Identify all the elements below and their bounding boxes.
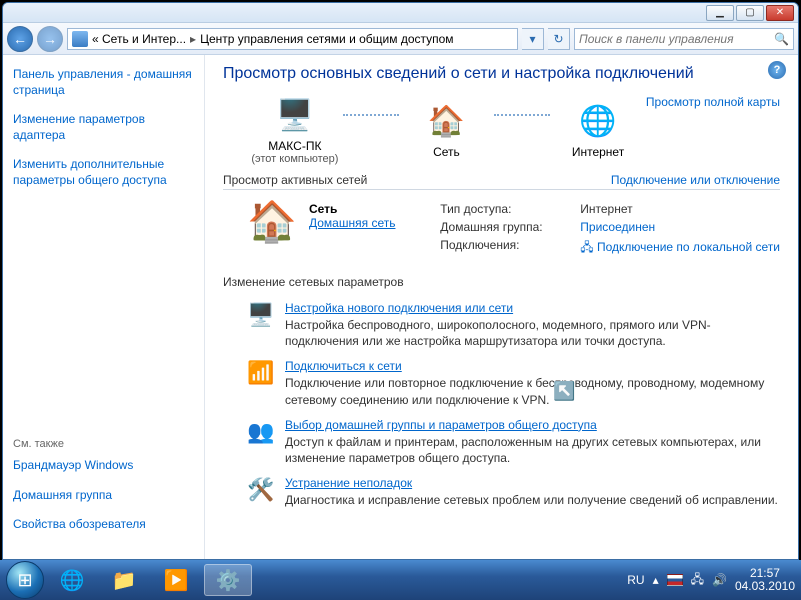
- sidebar-adapter-link[interactable]: Изменение параметров адаптера: [13, 112, 194, 143]
- full-map-link[interactable]: Просмотр полной карты: [646, 95, 780, 109]
- taskbar: ⊞ 🌐 📁 ▶️ ⚙️ RU ▴ 🖧 🔊 21:57 04.03.2010: [0, 560, 801, 600]
- active-networks-header: Просмотр активных сетей Подключение или …: [223, 173, 780, 190]
- back-button[interactable]: ←: [7, 26, 33, 52]
- node-pc-sublabel: (этот компьютер): [247, 153, 343, 165]
- taskbar-ie-icon[interactable]: 🌐: [48, 564, 96, 596]
- sidebar-home-link[interactable]: Панель управления - домашняя страница: [13, 67, 194, 98]
- connect-disconnect-link[interactable]: Подключение или отключение: [611, 173, 780, 187]
- address-bar[interactable]: « Сеть и Интер... ▸ Центр управления сет…: [67, 28, 518, 50]
- node-internet: 🌐 Интернет: [550, 101, 646, 159]
- sidebar-homegroup-link[interactable]: Домашняя группа: [13, 488, 194, 504]
- network-properties: Тип доступа: Интернет Домашняя группа: П…: [440, 202, 780, 259]
- node-pc-label: МАКС-ПК: [247, 139, 343, 153]
- breadcrumb-1[interactable]: « Сеть и Интер...: [92, 32, 186, 46]
- task-connect-link[interactable]: Подключиться к сети: [285, 359, 402, 373]
- new-connection-icon: 🖥️: [247, 301, 275, 329]
- see-also-label: См. также: [13, 438, 194, 450]
- globe-icon: 🌐: [578, 101, 618, 141]
- troubleshoot-icon: 🛠️: [247, 476, 275, 504]
- sidebar-sharing-link[interactable]: Изменить дополнительные параметры общего…: [13, 157, 194, 188]
- start-button[interactable]: ⊞: [6, 561, 44, 599]
- sidebar-firewall-link[interactable]: Брандмауэр Windows: [13, 458, 194, 474]
- network-name: Сеть: [309, 202, 395, 216]
- network-type-link[interactable]: Домашняя сеть: [309, 216, 395, 230]
- volume-icon[interactable]: 🔊: [712, 573, 727, 587]
- node-internet-label: Интернет: [550, 145, 646, 159]
- navbar: ← → « Сеть и Интер... ▸ Центр управления…: [3, 23, 798, 55]
- chevron-right-icon[interactable]: ▸: [190, 32, 196, 46]
- dropdown-button[interactable]: ▾: [522, 28, 544, 50]
- clock[interactable]: 21:57 04.03.2010: [735, 567, 795, 593]
- network-tray-icon[interactable]: 🖧: [691, 570, 704, 591]
- connection-link[interactable]: Подключение по локальной сети: [597, 240, 780, 254]
- network-info: Сеть Домашняя сеть: [309, 202, 395, 259]
- map-line: [343, 114, 399, 116]
- task-new-connection-desc: Настройка беспроводного, широкополосного…: [285, 317, 780, 349]
- page-title: Просмотр основных сведений о сети и наст…: [223, 65, 780, 83]
- taskbar-explorer-icon[interactable]: 📁: [100, 564, 148, 596]
- computer-icon: 🖥️: [275, 95, 315, 135]
- task-homegroup: 👥 Выбор домашней группы и параметров общ…: [247, 418, 780, 466]
- task-troubleshoot-desc: Диагностика и исправление сетевых пробле…: [285, 492, 778, 508]
- node-pc: 🖥️ МАКС-ПК (этот компьютер): [247, 95, 343, 165]
- flag-icon[interactable]: [667, 574, 683, 586]
- homegroup-icon: 👥: [247, 418, 275, 446]
- connections-label: Подключения:: [440, 238, 580, 259]
- task-new-connection: 🖥️ Настройка нового подключения или сети…: [247, 301, 780, 349]
- homegroup-link[interactable]: Присоединен: [580, 220, 655, 234]
- homegroup-label: Домашняя группа:: [440, 220, 580, 234]
- active-network-row: 🏠 Сеть Домашняя сеть Тип доступа: Интерн…: [223, 196, 780, 265]
- control-panel-icon: [72, 31, 88, 47]
- sidebar: Панель управления - домашняя страница Из…: [3, 55, 205, 559]
- help-icon[interactable]: ?: [768, 61, 786, 79]
- lan-icon: 🖧: [580, 240, 593, 254]
- task-troubleshoot-link[interactable]: Устранение неполадок: [285, 476, 412, 490]
- node-network-label: Сеть: [399, 145, 495, 159]
- search-icon[interactable]: 🔍: [774, 32, 789, 46]
- sidebar-inetopts-link[interactable]: Свойства обозревателя: [13, 517, 194, 533]
- connect-icon: 📶: [247, 359, 275, 387]
- taskbar-media-icon[interactable]: ▶️: [152, 564, 200, 596]
- node-network: 🏠 Сеть: [399, 101, 495, 159]
- change-settings-section: Изменение сетевых параметров 🖥️ Настройк…: [223, 275, 780, 508]
- close-button[interactable]: ✕: [766, 5, 794, 21]
- task-connect-desc: Подключение или повторное подключение к …: [285, 375, 780, 407]
- task-troubleshoot: 🛠️ Устранение неполадок Диагностика и ис…: [247, 476, 780, 508]
- window: ▁ ▢ ✕ ← → « Сеть и Интер... ▸ Центр упра…: [2, 2, 799, 560]
- titlebar: ▁ ▢ ✕: [3, 3, 798, 23]
- network-map: 🖥️ МАКС-ПК (этот компьютер) 🏠 Сеть 🌐 Инт…: [247, 95, 646, 165]
- access-type-label: Тип доступа:: [440, 202, 580, 216]
- house-icon: 🏠: [247, 202, 295, 250]
- content: Панель управления - домашняя страница Из…: [3, 55, 798, 559]
- tray-chevron-icon[interactable]: ▴: [653, 573, 659, 587]
- task-new-connection-link[interactable]: Настройка нового подключения или сети: [285, 301, 513, 315]
- house-icon: 🏠: [426, 101, 466, 141]
- change-settings-label: Изменение сетевых параметров: [223, 275, 404, 289]
- minimize-button[interactable]: ▁: [706, 5, 734, 21]
- main-panel: ? Просмотр основных сведений о сети и на…: [205, 55, 798, 559]
- taskbar-control-panel-icon[interactable]: ⚙️: [204, 564, 252, 596]
- active-networks-label: Просмотр активных сетей: [223, 173, 367, 187]
- task-homegroup-link[interactable]: Выбор домашней группы и параметров общег…: [285, 418, 597, 432]
- map-line: [494, 114, 550, 116]
- search-input[interactable]: [579, 32, 774, 46]
- task-connect: 📶 Подключиться к сети Подключение или по…: [247, 359, 780, 407]
- search-box[interactable]: 🔍: [574, 28, 794, 50]
- access-type-value: Интернет: [580, 202, 780, 216]
- breadcrumb-2[interactable]: Центр управления сетями и общим доступом: [200, 32, 454, 46]
- maximize-button[interactable]: ▢: [736, 5, 764, 21]
- clock-date: 04.03.2010: [735, 580, 795, 593]
- forward-button[interactable]: →: [37, 26, 63, 52]
- refresh-button[interactable]: ↻: [548, 28, 570, 50]
- language-indicator[interactable]: RU: [627, 573, 644, 587]
- system-tray: RU ▴ 🖧 🔊 21:57 04.03.2010: [627, 567, 795, 593]
- task-homegroup-desc: Доступ к файлам и принтерам, расположенн…: [285, 434, 780, 466]
